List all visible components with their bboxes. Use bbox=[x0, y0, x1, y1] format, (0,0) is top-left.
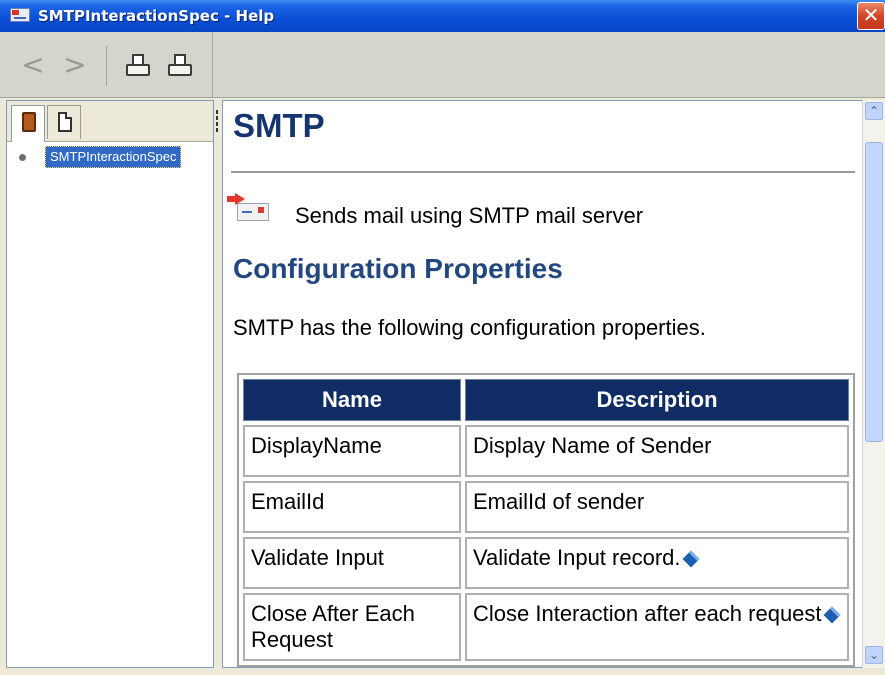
tab-contents[interactable] bbox=[11, 105, 45, 142]
scroll-thumb[interactable] bbox=[865, 142, 883, 442]
toolbar-separator bbox=[106, 46, 107, 86]
book-icon bbox=[22, 112, 36, 132]
page-title: SMTP bbox=[233, 107, 325, 144]
gem-icon bbox=[823, 606, 841, 624]
app-icon bbox=[10, 8, 30, 22]
forward-button[interactable]: > bbox=[62, 50, 88, 80]
property-name: Close After Each Request bbox=[243, 593, 461, 661]
back-button[interactable]: < bbox=[20, 50, 46, 80]
intro-text: SMTP has the following configuration pro… bbox=[233, 315, 706, 340]
title-bar: SMTPInteractionSpec - Help ✕ bbox=[0, 0, 885, 32]
navigation-pane: SMTPInteractionSpec bbox=[6, 100, 214, 668]
property-description-cell: Validate Input record. bbox=[465, 537, 849, 589]
column-header-name: Name bbox=[243, 379, 461, 421]
forward-icon: > bbox=[63, 48, 87, 81]
scroll-up-button[interactable]: ⌃ bbox=[865, 102, 883, 120]
table-row: DisplayName Display Name of Sender bbox=[243, 425, 849, 477]
toolbar: < > bbox=[0, 32, 885, 98]
property-name: EmailId bbox=[243, 481, 461, 533]
property-description: Close Interaction after each request bbox=[473, 601, 822, 626]
close-button[interactable]: ✕ bbox=[857, 2, 885, 30]
window-title: SMTPInteractionSpec - Help bbox=[38, 7, 275, 25]
gem-icon bbox=[682, 550, 699, 568]
content-pane: SMTP Sends mail using SMTP mail server C… bbox=[222, 100, 862, 668]
property-description: Validate Input record. bbox=[473, 545, 681, 570]
property-description: EmailId of sender bbox=[465, 481, 849, 533]
bullet-icon bbox=[19, 154, 26, 161]
nav-item-label: SMTPInteractionSpec bbox=[45, 146, 182, 168]
scroll-down-button[interactable]: ⌄ bbox=[865, 646, 883, 664]
nav-tabs bbox=[7, 101, 213, 142]
table-row: Close After Each Request Close Interacti… bbox=[243, 593, 849, 661]
properties-table: Name Description DisplayName Display Nam… bbox=[237, 373, 855, 667]
page-icon bbox=[58, 112, 72, 132]
print-button[interactable] bbox=[124, 52, 154, 80]
print-preview-button[interactable] bbox=[166, 52, 196, 80]
pane-splitter[interactable] bbox=[214, 108, 220, 138]
chevron-up-icon: ⌃ bbox=[868, 104, 880, 118]
back-icon: < bbox=[21, 48, 45, 81]
component-description: Sends mail using SMTP mail server bbox=[295, 203, 644, 228]
chevron-down-icon: ⌄ bbox=[868, 648, 880, 662]
property-name: Validate Input bbox=[243, 537, 461, 589]
tab-index[interactable] bbox=[47, 105, 81, 139]
toolbar-divider bbox=[212, 32, 213, 98]
vertical-scrollbar[interactable]: ⌃ ⌄ bbox=[862, 100, 885, 668]
table-row: Validate Input Validate Input record. bbox=[243, 537, 849, 589]
table-header-row: Name Description bbox=[243, 379, 849, 421]
property-name: DisplayName bbox=[243, 425, 461, 477]
divider bbox=[231, 171, 855, 173]
section-heading: Configuration Properties bbox=[233, 253, 563, 284]
mail-icon bbox=[227, 193, 271, 223]
close-icon: ✕ bbox=[862, 3, 880, 27]
column-header-description: Description bbox=[465, 379, 849, 421]
property-description: Display Name of Sender bbox=[465, 425, 849, 477]
table-row: EmailId EmailId of sender bbox=[243, 481, 849, 533]
property-description-cell: Close Interaction after each request bbox=[465, 593, 849, 661]
